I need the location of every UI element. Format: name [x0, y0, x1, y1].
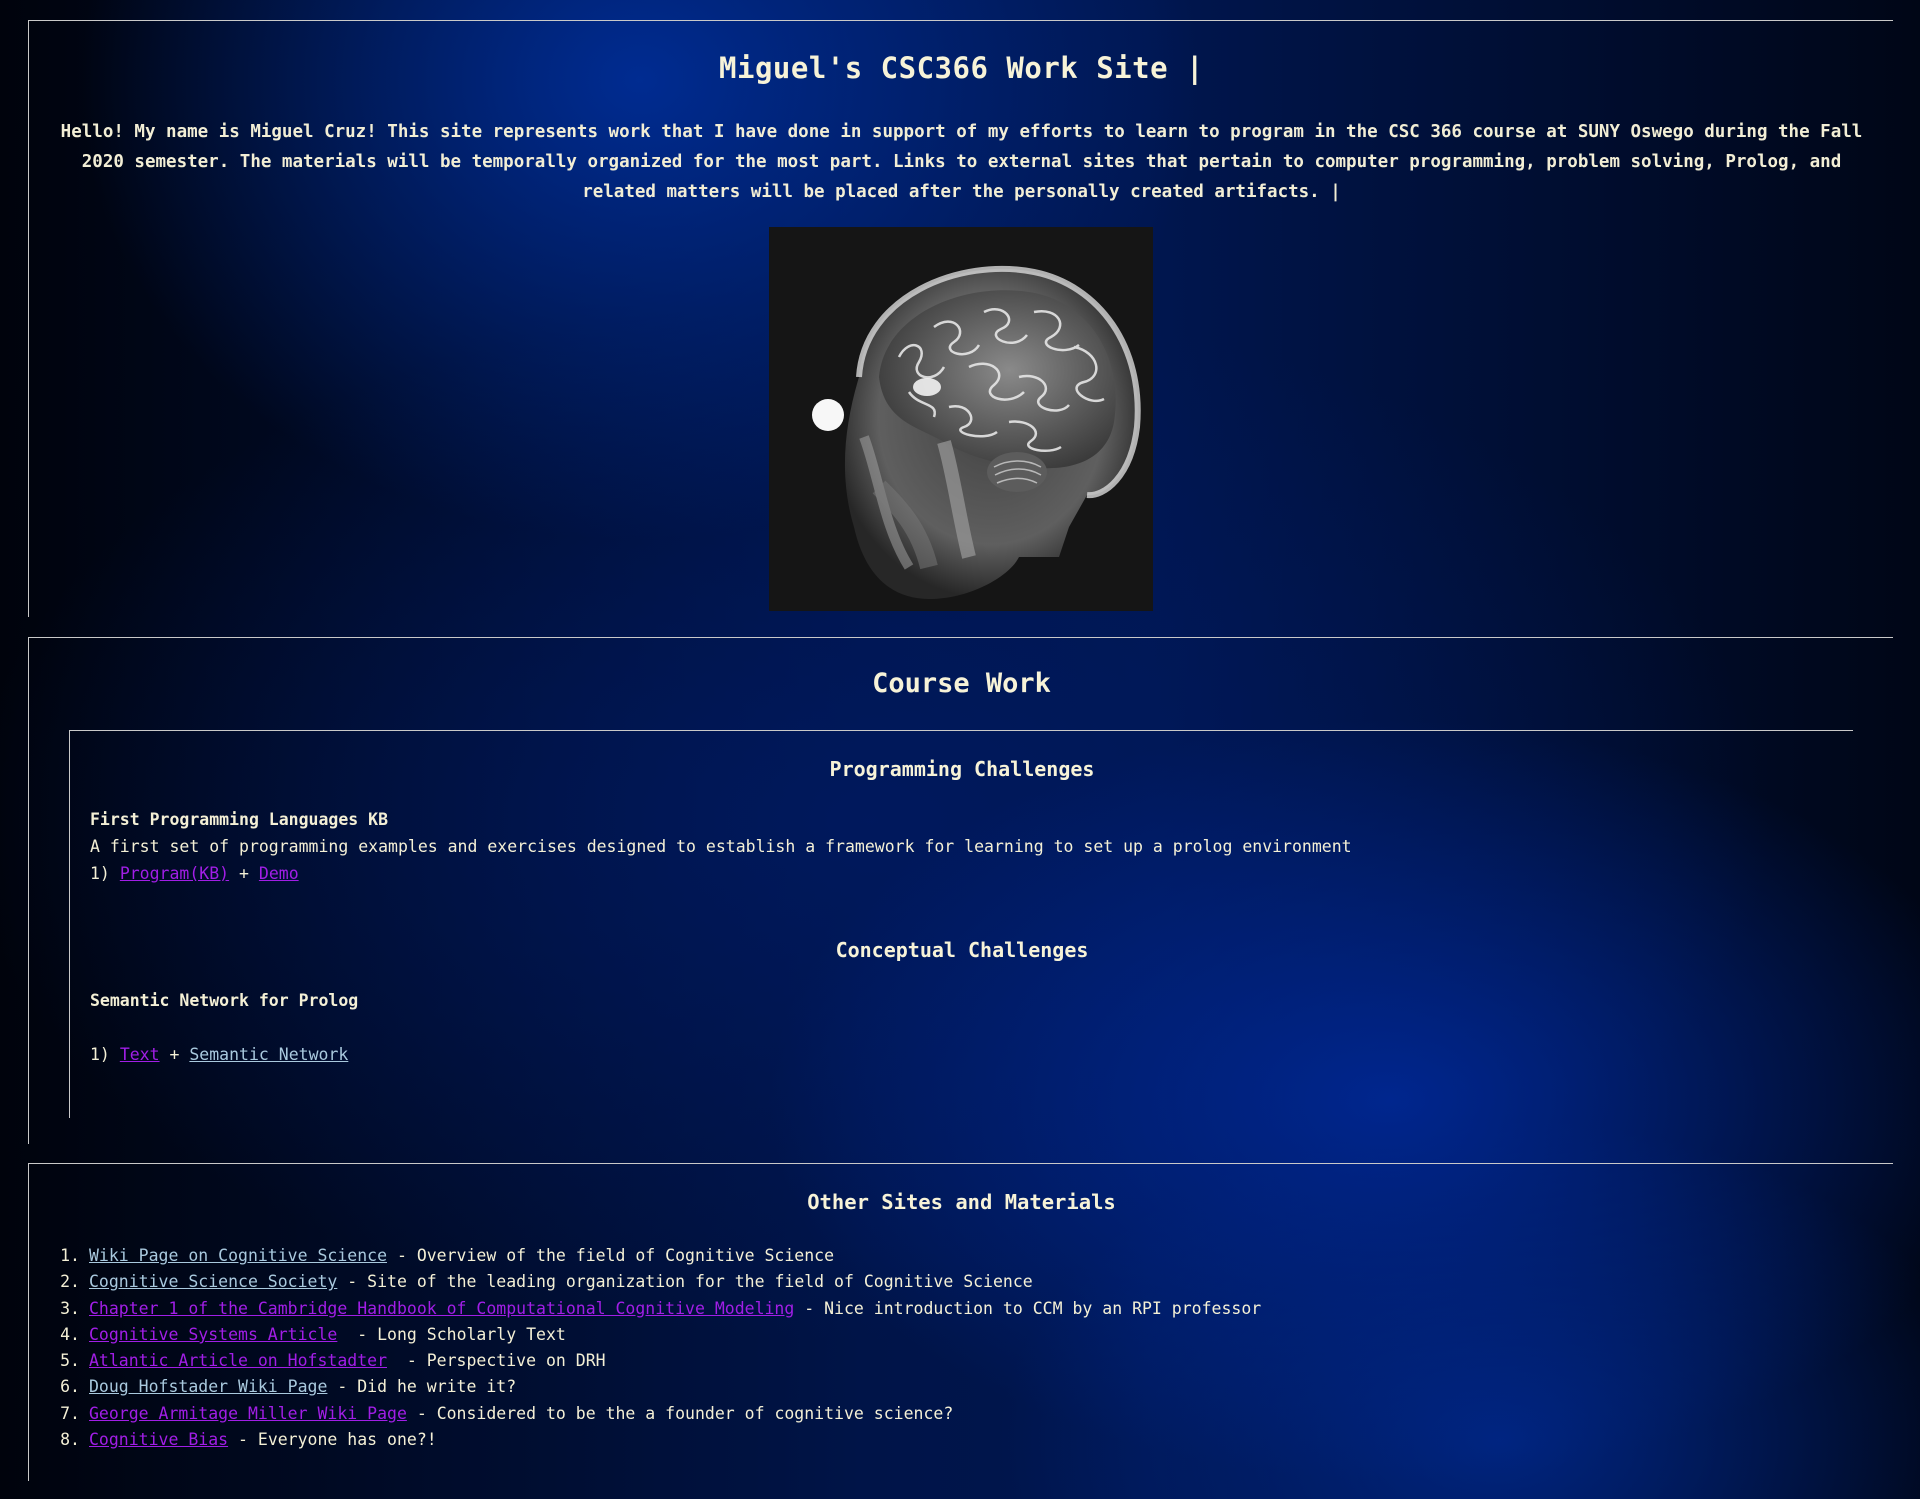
demo-link[interactable]: Demo [259, 864, 299, 883]
other-sites-section: Other Sites and Materials 1. Wiki Page on… [28, 1163, 1893, 1481]
conceptual-item-title: Semantic Network for Prolog [90, 991, 359, 1010]
item-number: 1) [90, 1045, 110, 1064]
external-site-link[interactable]: Cognitive Systems Article [89, 1325, 337, 1344]
list-item: 1. Wiki Page on Cognitive Science - Overv… [29, 1243, 1261, 1269]
list-item-number: 7. [60, 1403, 80, 1423]
list-item-number: 3. [60, 1298, 80, 1318]
list-item-number: 8. [60, 1430, 80, 1450]
list-item: 8. Cognitive Bias - Everyone has one?! [29, 1427, 1261, 1453]
intro-paragraph: Hello! My name is Miguel Cruz! This site… [60, 122, 1863, 202]
programming-item-links: 1) Program(KB) + Demo [90, 864, 299, 883]
brain-mri-image [769, 227, 1153, 611]
external-site-link[interactable]: Cognitive Bias [89, 1430, 228, 1449]
list-item: 7. George Armitage Miller Wiki Page - Con… [29, 1401, 1261, 1427]
list-item: 4. Cognitive Systems Article - Long Schol… [29, 1322, 1261, 1348]
page-title: Miguel's CSC366 Work Site | [719, 51, 1204, 85]
programming-item-description: A first set of programming examples and … [90, 837, 1352, 856]
programming-item-title: First Programming Languages KB [90, 810, 389, 829]
list-item: 6. Doug Hofstader Wiki Page - Did he writ… [29, 1374, 1261, 1400]
list-item-number: 4. [60, 1324, 80, 1344]
list-item-number: 5. [60, 1351, 80, 1371]
conceptual-challenges-title: Conceptual Challenges [835, 938, 1089, 962]
intro-section: Miguel's CSC366 Work Site | Hello! My na… [28, 20, 1893, 617]
list-item: 3. Chapter 1 of the Cambridge Handbook of… [29, 1296, 1261, 1322]
list-item-description: - Perspective on DRH [387, 1351, 606, 1371]
semantic-network-link[interactable]: Semantic Network [189, 1045, 348, 1064]
list-item-description: - Considered to be the a founder of cogn… [406, 1403, 954, 1423]
list-item-description: - Did he write it? [327, 1377, 517, 1397]
course-work-subpanel: Programming Challenges First Programming… [69, 730, 1853, 1118]
list-item-number: 6. [60, 1377, 80, 1397]
list-item-description: - Overview of the field of Cognitive Sci… [387, 1246, 835, 1265]
program-kb-link[interactable]: Program(KB) [120, 864, 229, 883]
list-item: 2. Cognitive Science Society - Site of th… [29, 1269, 1261, 1295]
item-number: 1) [90, 864, 110, 883]
list-item-description: - Everyone has one?! [228, 1430, 437, 1450]
external-site-link[interactable]: Wiki Page on Cognitive Science [89, 1246, 387, 1265]
list-item-number: 1. [60, 1246, 80, 1265]
other-sites-title: Other Sites and Materials [807, 1190, 1116, 1214]
course-work-section: Course Work Programming Challenges First… [28, 637, 1893, 1144]
other-sites-list: 1. Wiki Page on Cognitive Science - Overv… [29, 1243, 1261, 1453]
list-item: 5. Atlantic Article on Hofstadter - Persp… [29, 1348, 1261, 1374]
text-link[interactable]: Text [120, 1045, 160, 1064]
external-site-link[interactable]: Doug Hofstader Wiki Page [89, 1377, 327, 1396]
list-item-description: - Site of the leading organization for t… [337, 1272, 1033, 1292]
list-item-description: - Long Scholarly Text [337, 1324, 566, 1344]
list-item-number: 2. [60, 1272, 80, 1292]
external-site-link[interactable]: Cognitive Science Society [89, 1272, 337, 1291]
list-item-description: - Nice introduction to CCM by an RPI pro… [794, 1298, 1262, 1318]
external-site-link[interactable]: Chapter 1 of the Cambridge Handbook of C… [89, 1299, 794, 1318]
programming-challenges-title: Programming Challenges [829, 757, 1095, 781]
course-work-title: Course Work [872, 668, 1051, 699]
conceptual-item-links: 1) Text + Semantic Network [90, 1045, 348, 1064]
plus-separator: + [169, 1045, 180, 1064]
external-site-link[interactable]: Atlantic Article on Hofstadter [89, 1351, 387, 1370]
plus-separator: + [239, 864, 249, 883]
external-site-link[interactable]: George Armitage Miller Wiki Page [89, 1404, 407, 1423]
